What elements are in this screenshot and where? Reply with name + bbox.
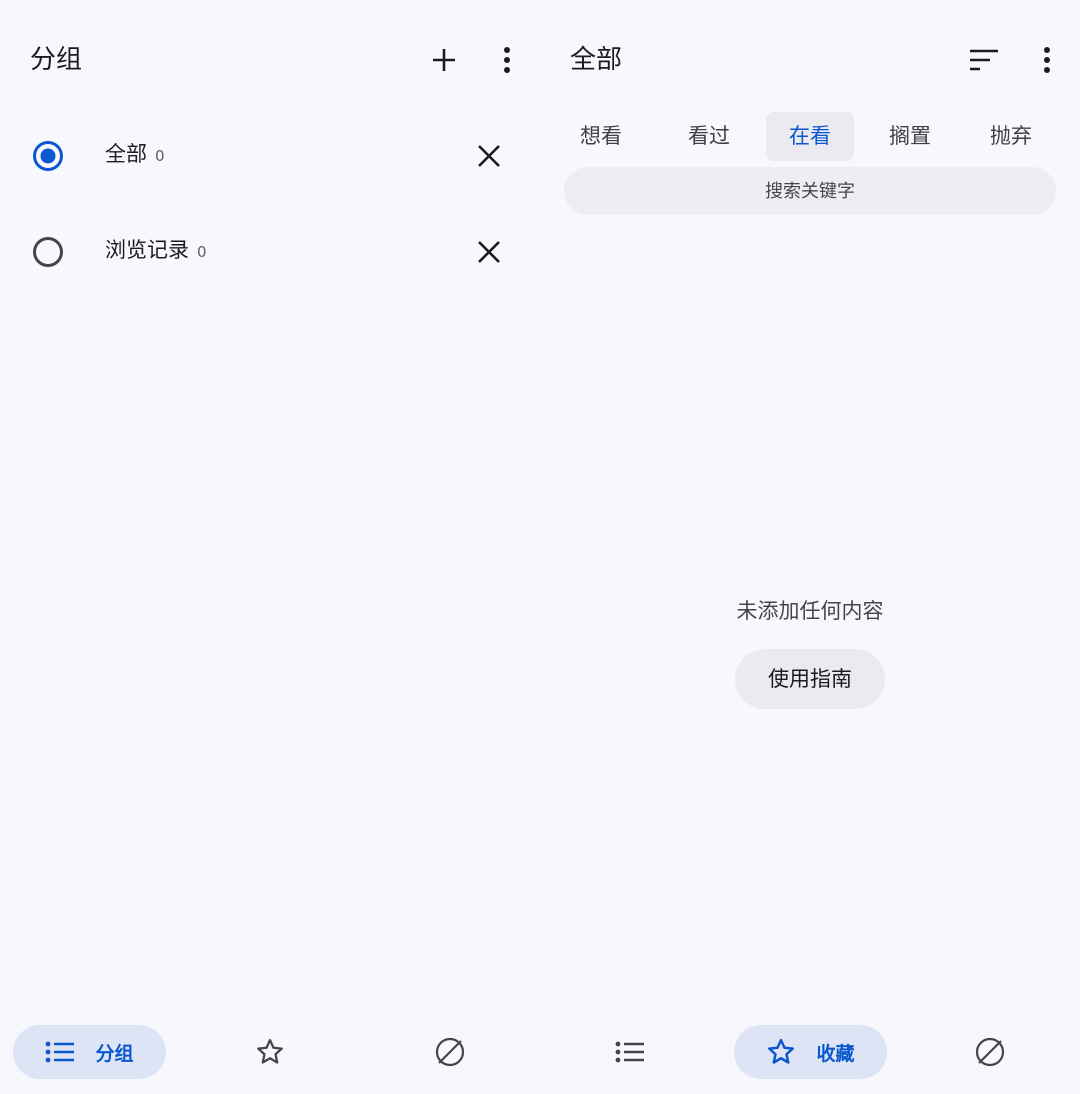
remove-group-button[interactable]	[465, 228, 513, 276]
close-icon	[478, 241, 500, 263]
nav-groups[interactable]: 分组	[13, 1025, 166, 1079]
radio-selected-icon[interactable]	[32, 140, 64, 172]
groups-more-button[interactable]	[483, 36, 531, 84]
group-item-all[interactable]: 全部 0	[0, 108, 540, 204]
tab-watched[interactable]: 看过	[665, 112, 753, 161]
star-icon	[257, 1039, 283, 1064]
planet-icon	[435, 1037, 465, 1067]
close-icon	[478, 145, 500, 167]
tab-watching[interactable]: 在看	[766, 112, 854, 161]
search-input[interactable]	[564, 167, 1056, 215]
add-group-button[interactable]	[420, 36, 468, 84]
nav-favorites[interactable]	[232, 1025, 308, 1079]
user-guide-button[interactable]: 使用指南	[735, 649, 885, 709]
collection-title: 全部	[570, 45, 623, 75]
list-icon	[46, 1041, 75, 1063]
group-item-history[interactable]: 浏览记录 0	[0, 204, 540, 300]
nav-explore[interactable]	[952, 1025, 1028, 1079]
group-label: 浏览记录 0	[105, 235, 207, 267]
more-vert-icon	[1044, 47, 1050, 73]
group-label: 全部 0	[105, 139, 165, 171]
group-count: 0	[155, 147, 165, 165]
tab-dropped[interactable]: 抛弃	[967, 112, 1055, 161]
group-name: 全部	[105, 142, 147, 166]
nav-favorites[interactable]: 收藏	[734, 1025, 887, 1079]
nav-label: 收藏	[816, 1042, 855, 1065]
planet-icon	[975, 1037, 1005, 1067]
status-tabs: 想看 看过 在看 搁置 抛弃	[557, 112, 1063, 161]
radio-unselected-icon[interactable]	[32, 236, 64, 268]
groups-title: 分组	[30, 45, 83, 75]
star-icon	[768, 1038, 795, 1064]
tab-on-hold[interactable]: 搁置	[866, 112, 954, 161]
group-name: 浏览记录	[105, 238, 189, 262]
remove-group-button[interactable]	[465, 132, 513, 180]
sort-icon	[970, 49, 998, 71]
collection-pane: 全部 想看 看过 在看 搁置 抛弃 未添加任何内容 使用指南	[540, 0, 1080, 1094]
nav-label: 分组	[95, 1042, 134, 1065]
empty-state-message: 未添加任何内容	[736, 599, 884, 623]
plus-icon	[433, 49, 455, 71]
sort-button[interactable]	[960, 36, 1008, 84]
list-icon	[615, 1041, 644, 1063]
more-vert-icon	[504, 47, 510, 73]
nav-groups[interactable]	[592, 1025, 668, 1079]
group-count: 0	[197, 243, 207, 261]
collection-more-button[interactable]	[1023, 36, 1071, 84]
nav-explore[interactable]	[412, 1025, 488, 1079]
groups-pane: 分组 全部 0 浏览记录 0 分组	[0, 0, 540, 1094]
tab-want[interactable]: 想看	[557, 112, 645, 161]
